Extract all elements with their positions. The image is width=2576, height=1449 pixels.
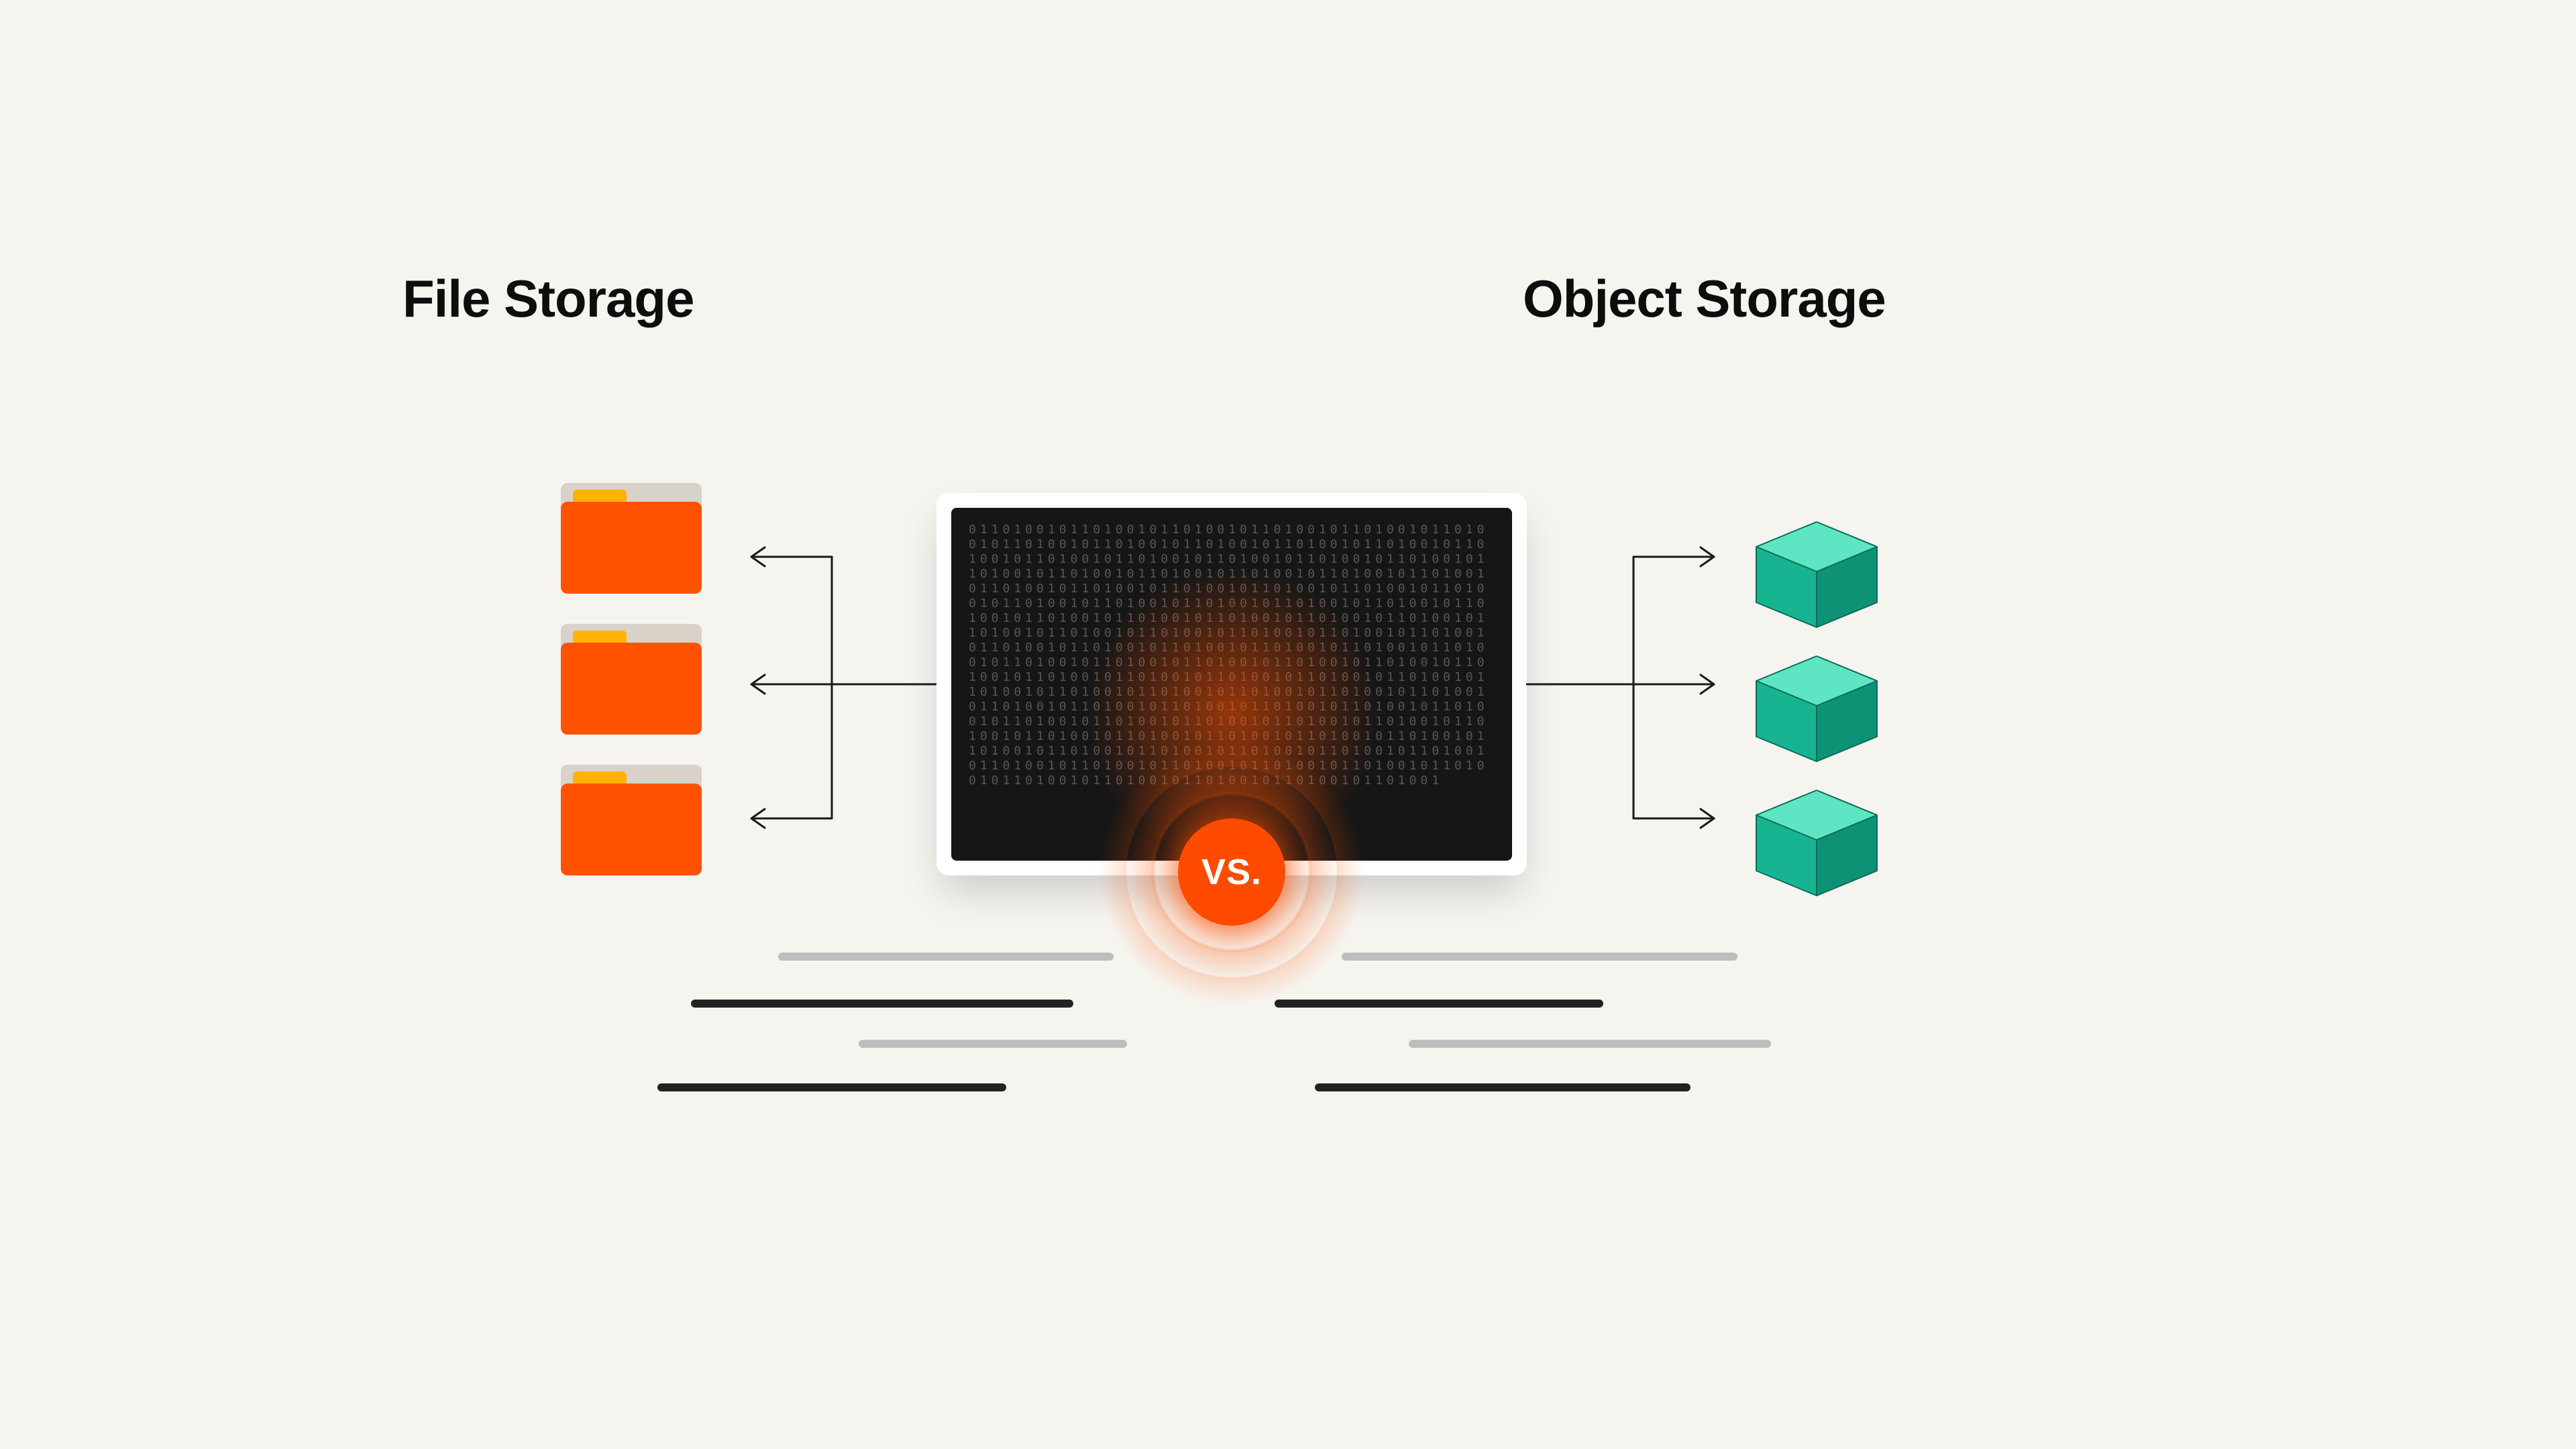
motion-line [859,1040,1127,1048]
motion-line [657,1083,1006,1091]
motion-line [1315,1083,1690,1091]
folder-icon [561,765,702,875]
motion-line [778,953,1114,961]
title-object-storage: Object Storage [1523,268,1886,329]
motion-line [1342,953,1737,961]
title-file-storage: File Storage [402,268,694,329]
cube-icon [1750,785,1884,899]
cube-icon [1750,517,1884,631]
motion-line [1409,1040,1771,1048]
arrows-left-icon [711,530,939,885]
folder-icon [561,624,702,735]
vs-badge: VS. [1178,818,1285,926]
arrows-right-icon [1526,530,1754,885]
folder-icon [561,483,702,594]
motion-line [691,1000,1073,1008]
motion-line [1275,1000,1603,1008]
cube-icon [1750,651,1884,765]
